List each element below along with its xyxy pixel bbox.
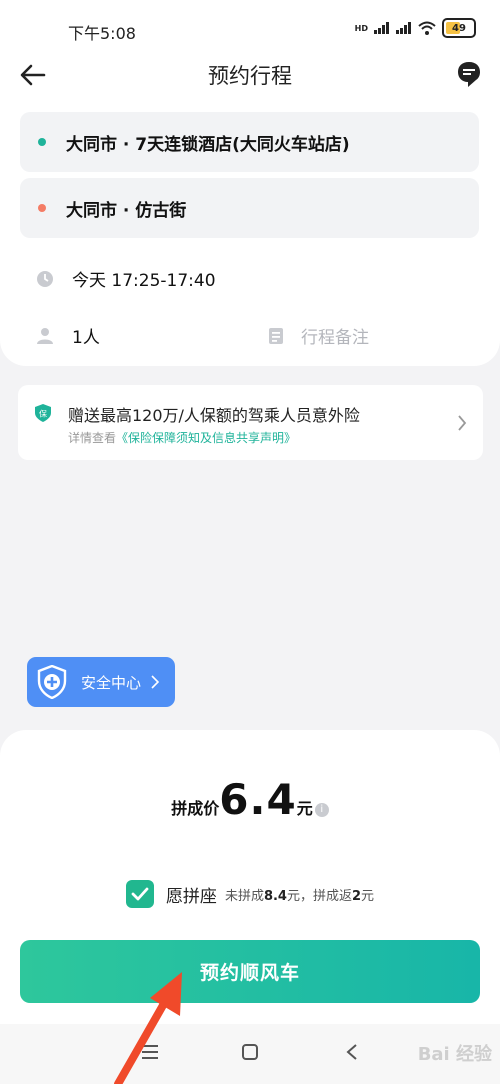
carpool-checkbox[interactable]: [125, 880, 154, 908]
safety-center-label: 安全中心: [81, 673, 142, 692]
remark-field[interactable]: 行程备注: [267, 323, 369, 348]
chevron-right-icon: [458, 415, 467, 431]
person-icon: [37, 327, 53, 344]
note-icon: [269, 327, 283, 344]
remark-placeholder: 行程备注: [301, 328, 369, 348]
signal-icon-2: [396, 22, 411, 34]
annotation-arrow-icon: [114, 972, 182, 1084]
destination-dot: [38, 204, 46, 212]
price-unit: 元: [296, 799, 313, 818]
watermark: Bai 经验: [417, 1044, 492, 1065]
insurance-sub-prefix: 详情查看: [68, 431, 117, 445]
status-icons: HD 49: [355, 18, 476, 38]
battery-icon: 49: [442, 18, 476, 38]
book-ride-button[interactable]: 预约顺风车: [20, 940, 480, 1003]
wifi-icon: [418, 21, 436, 35]
chevron-right-icon: [151, 675, 160, 689]
insurance-policy-link[interactable]: 《保险保障须知及信息共享声明》: [116, 431, 296, 445]
carpool-label: 愿拼座: [165, 886, 217, 907]
time-text: 今天 17:25-17:40: [72, 271, 216, 291]
insurance-title: 赠送最高120万/人保额的驾乘人员意外险: [68, 406, 360, 425]
insurance-subtitle: 详情查看《保险保障须知及信息共享声明》: [68, 429, 296, 446]
carpool-note: 未拼成8.4元，拼成返2元: [224, 888, 375, 904]
price-info-icon[interactable]: i: [314, 803, 329, 817]
back-icon[interactable]: [345, 1043, 359, 1061]
svg-text:保: 保: [39, 409, 47, 419]
status-time: 下午5:08: [68, 24, 136, 43]
price-value: 6.4: [219, 775, 297, 824]
message-icon[interactable]: [456, 60, 482, 88]
shield-plus-icon: [37, 665, 67, 699]
safety-center-button[interactable]: 安全中心: [27, 657, 175, 707]
origin-text: 大同市 · 7天连锁酒店(大同火车站店): [66, 134, 350, 155]
insurance-card[interactable]: 保 赠送最高120万/人保额的驾乘人员意外险 详情查看《保险保障须知及信息共享声…: [18, 385, 483, 460]
check-icon: [131, 887, 149, 901]
origin-dot: [38, 138, 46, 146]
origin-field[interactable]: 大同市 · 7天连锁酒店(大同火车站店): [20, 112, 479, 172]
page-title: 预约行程: [208, 64, 292, 88]
signal-icon: [374, 22, 389, 34]
destination-text: 大同市 · 仿古街: [66, 200, 187, 221]
home-icon[interactable]: [241, 1043, 259, 1061]
clock-icon: [37, 270, 53, 287]
price-label: 拼成价: [171, 799, 220, 818]
destination-field[interactable]: 大同市 · 仿古街: [20, 178, 479, 238]
carpool-option[interactable]: 愿拼座 未拼成8.4元，拼成返2元: [0, 880, 500, 908]
insurance-shield-icon: 保: [35, 404, 51, 422]
passenger-count: 1人: [72, 328, 100, 348]
passenger-selector[interactable]: 1人: [36, 323, 100, 348]
price-display: 拼成价6.4元 i: [0, 775, 500, 824]
time-row[interactable]: 今天 17:25-17:40: [36, 266, 216, 291]
hd-label: HD: [354, 23, 368, 33]
